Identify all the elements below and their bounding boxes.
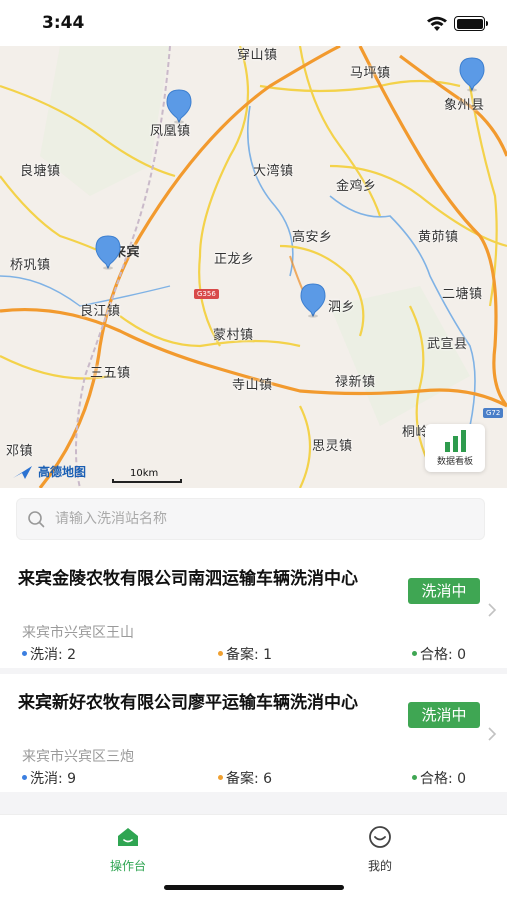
pass-count-text: 合格: 0	[420, 647, 467, 663]
status-time: 3:44	[42, 13, 85, 33]
wifi-icon	[427, 16, 447, 31]
tab-console-label: 操作台	[109, 859, 146, 873]
station-stats: 洗消: 2 备案: 1 合格: 0	[22, 644, 482, 664]
chevron-right-icon	[488, 603, 497, 617]
tab-profile[interactable]: 我的	[330, 825, 430, 874]
search-box[interactable]	[16, 498, 485, 540]
battery-icon	[454, 16, 488, 31]
map-place-label: 蒙村镇	[213, 328, 254, 343]
map-place-label: 寺山镇	[232, 378, 273, 393]
wash-count: 洗消: 2	[22, 644, 76, 664]
home-indicator	[164, 885, 344, 890]
station-name: 来宾金陵农牧有限公司南泗运输车辆洗消中心	[18, 569, 358, 589]
map-place-label: 黄茆镇	[418, 230, 459, 245]
record-count: 备案: 6	[218, 768, 272, 788]
station-address: 来宾市兴宾区王山	[22, 625, 134, 641]
map-marker-icon[interactable]	[164, 88, 194, 124]
status-bar: 3:44	[0, 0, 507, 46]
bar-chart-icon	[443, 430, 467, 452]
map-place-label: 二塘镇	[442, 287, 483, 302]
map-place-label: 良江镇	[80, 304, 121, 319]
map-scale-label: 10km	[130, 468, 159, 479]
road-badge: G72	[483, 408, 504, 418]
map-place-label: 禄新镇	[335, 375, 376, 390]
record-count: 备案: 1	[218, 644, 272, 664]
tab-profile-label: 我的	[367, 859, 392, 873]
map-view[interactable]: 穿山镇 马坪镇 象州县 凤凰镇 良塘镇 大湾镇 金鸡乡 高安乡 黄茆镇 桥巩镇 …	[0, 46, 507, 488]
record-count-text: 备案: 1	[226, 647, 273, 663]
profile-icon	[369, 826, 391, 848]
record-dot-icon	[218, 774, 223, 780]
map-logo: 高德地图	[12, 463, 86, 480]
road-badge: G356	[194, 289, 219, 299]
map-place-label: 金鸡乡	[336, 179, 377, 194]
home-icon	[118, 828, 138, 846]
station-card[interactable]: 来宾金陵农牧有限公司南泗运输车辆洗消中心 洗消中 来宾市兴宾区王山 洗消: 2 …	[0, 550, 507, 668]
map-marker-icon[interactable]	[457, 56, 487, 92]
pass-dot-icon	[412, 774, 417, 780]
map-place-label: 三五镇	[90, 366, 131, 381]
map-place-label: 大湾镇	[253, 164, 294, 179]
map-place-label: 马坪镇	[350, 66, 391, 81]
status-badge: 洗消中	[408, 578, 480, 604]
tab-console[interactable]: 操作台	[78, 825, 178, 874]
wash-count: 洗消: 9	[22, 768, 76, 788]
map-place-label: 象州县	[444, 98, 485, 113]
wash-count-text: 洗消: 2	[30, 647, 77, 663]
pass-dot-icon	[412, 650, 417, 656]
map-logo-text: 高德地图	[38, 465, 87, 479]
map-place-label: 思灵镇	[312, 439, 353, 454]
map-place-label: 桥巩镇	[10, 258, 51, 273]
chevron-right-icon	[488, 727, 497, 741]
map-marker-icon[interactable]	[298, 282, 328, 318]
map-place-label: 泗乡	[328, 300, 356, 315]
map-place-label: 良塘镇	[20, 164, 61, 179]
pass-count-text: 合格: 0	[420, 771, 467, 787]
data-dashboard-button[interactable]: 数据看板	[425, 424, 485, 472]
station-card[interactable]: 来宾新好农牧有限公司廖平运输车辆洗消中心 洗消中 来宾市兴宾区三炮 洗消: 9 …	[0, 674, 507, 792]
station-stats: 洗消: 9 备案: 6 合格: 0	[22, 768, 482, 788]
map-scale: 10km	[112, 466, 182, 486]
search-icon	[28, 511, 45, 528]
wash-dot-icon	[22, 774, 27, 780]
pass-count: 合格: 0	[412, 768, 466, 788]
station-address: 来宾市兴宾区三炮	[22, 749, 134, 765]
search-bar	[0, 488, 507, 550]
map-place-label: 穿山镇	[237, 48, 278, 63]
map-scale-bar	[112, 479, 182, 483]
record-dot-icon	[218, 650, 223, 656]
map-place-label: 正龙乡	[214, 252, 255, 267]
search-input[interactable]	[55, 511, 484, 527]
pass-count: 合格: 0	[412, 644, 466, 664]
map-place-label: 武宣县	[427, 337, 468, 352]
wash-count-text: 洗消: 9	[30, 771, 77, 787]
data-dashboard-label: 数据看板	[436, 457, 473, 467]
map-place-label: 邓镇	[6, 444, 34, 459]
record-count-text: 备案: 6	[226, 771, 273, 787]
station-name: 来宾新好农牧有限公司廖平运输车辆洗消中心	[18, 693, 358, 713]
map-marker-icon[interactable]	[93, 234, 123, 270]
status-badge: 洗消中	[408, 702, 480, 728]
amap-logo-icon	[13, 465, 32, 479]
wash-dot-icon	[22, 650, 27, 656]
map-place-label: 高安乡	[292, 230, 333, 245]
